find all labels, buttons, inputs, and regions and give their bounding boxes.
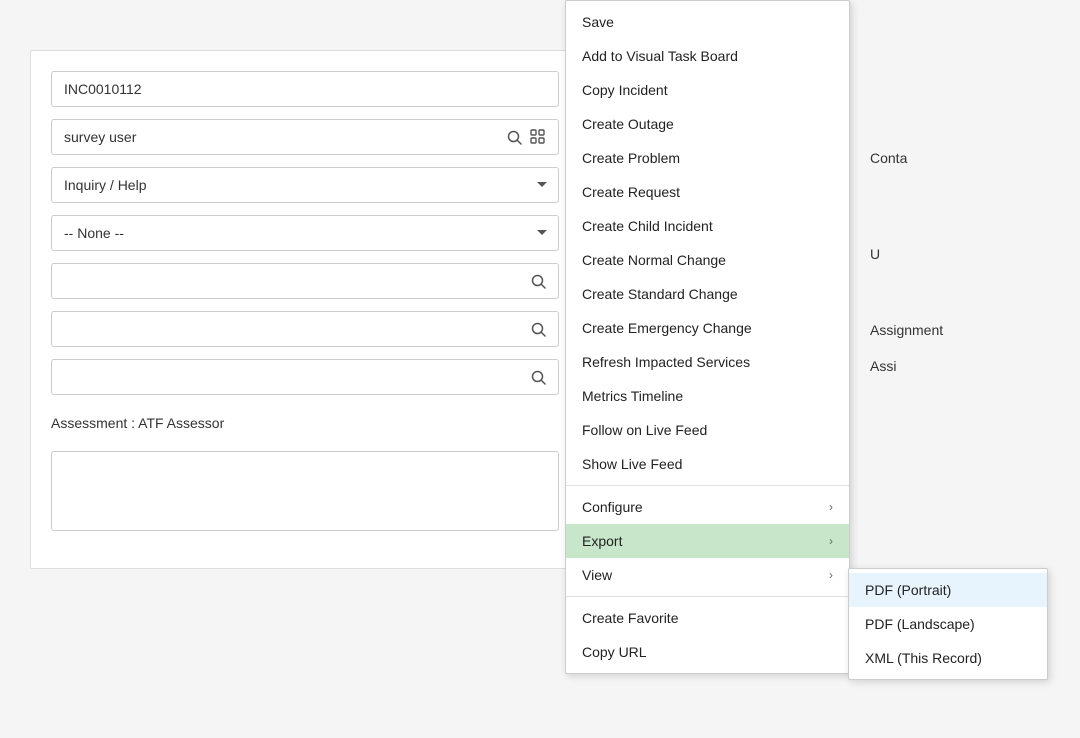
submenu-item-pdf-landscape[interactable]: PDF (Landscape) xyxy=(849,607,1047,641)
category-select[interactable]: Inquiry / Help Software Hardware Network xyxy=(51,167,559,203)
context-menu: Save Add to Visual Task Board Copy Inciden… xyxy=(565,0,850,674)
contact-label: Conta xyxy=(870,150,1070,166)
incident-number-row xyxy=(51,71,559,107)
field1-search-icon[interactable] xyxy=(527,270,550,293)
menu-item-label-create-favorite: Create Favorite xyxy=(582,610,678,626)
submenu-item-pdf-portrait[interactable]: PDF (Portrait) xyxy=(849,573,1047,607)
menu-divider-14 xyxy=(566,485,849,486)
description-textarea[interactable] xyxy=(51,451,559,531)
menu-item-label-configure: Configure xyxy=(582,499,643,515)
menu-item-create-normal-change[interactable]: Create Normal Change xyxy=(566,243,849,277)
menu-item-follow-live-feed[interactable]: Follow on Live Feed xyxy=(566,413,849,447)
menu-item-create-outage[interactable]: Create Outage xyxy=(566,107,849,141)
menu-item-configure[interactable]: Configure › xyxy=(566,490,849,524)
field2-wrapper xyxy=(51,311,559,347)
menu-item-create-child-incident[interactable]: Create Child Incident xyxy=(566,209,849,243)
menu-item-create-standard-change[interactable]: Create Standard Change xyxy=(566,277,849,311)
export-submenu: PDF (Portrait)PDF (Landscape)XML (This R… xyxy=(848,568,1048,680)
menu-item-label-create-normal-change: Create Normal Change xyxy=(582,252,726,268)
menu-item-label-show-live-feed: Show Live Feed xyxy=(582,456,682,472)
field1-input[interactable] xyxy=(64,273,527,289)
menu-item-create-favorite[interactable]: Create Favorite xyxy=(566,601,849,635)
menu-item-view[interactable]: View › xyxy=(566,558,849,592)
menu-item-label-view: View xyxy=(582,567,612,583)
menu-item-copy-incident[interactable]: Copy Incident xyxy=(566,73,849,107)
field2-search-icon[interactable] xyxy=(527,318,550,341)
field3-input[interactable] xyxy=(64,369,527,385)
menu-item-label-create-emergency-change: Create Emergency Change xyxy=(582,320,752,336)
textarea-row xyxy=(51,451,559,536)
urgency-label: U xyxy=(870,246,1070,262)
menu-item-create-emergency-change[interactable]: Create Emergency Change xyxy=(566,311,849,345)
menu-item-add-visual-task[interactable]: Add to Visual Task Board xyxy=(566,39,849,73)
menu-item-label-create-standard-change: Create Standard Change xyxy=(582,286,738,302)
menu-item-label-copy-url: Copy URL xyxy=(582,644,647,660)
field2-row xyxy=(51,311,559,347)
menu-item-label-create-request: Create Request xyxy=(582,184,680,200)
menu-item-create-problem[interactable]: Create Problem xyxy=(566,141,849,175)
menu-item-label-export: Export xyxy=(582,533,622,549)
menu-item-label-follow-live-feed: Follow on Live Feed xyxy=(582,422,707,438)
incident-number-input[interactable] xyxy=(51,71,559,107)
menu-item-save[interactable]: Save xyxy=(566,5,849,39)
field3-search-icon[interactable] xyxy=(527,366,550,389)
caller-search-icon[interactable] xyxy=(503,126,526,149)
subcategory-select[interactable]: -- None -- xyxy=(51,215,559,251)
caller-row xyxy=(51,119,559,155)
menu-item-label-copy-incident: Copy Incident xyxy=(582,82,668,98)
menu-item-copy-url[interactable]: Copy URL xyxy=(566,635,849,669)
assessment-label: Assessment : ATF Assessor xyxy=(51,407,559,439)
form-area: Inquiry / Help Software Hardware Network… xyxy=(30,50,580,569)
menu-item-create-request[interactable]: Create Request xyxy=(566,175,849,209)
field2-input[interactable] xyxy=(64,321,527,337)
menu-item-label-refresh-impacted: Refresh Impacted Services xyxy=(582,354,750,370)
menu-item-label-create-child-incident: Create Child Incident xyxy=(582,218,713,234)
assignment-label: Assignment xyxy=(870,322,1070,338)
assign2-label: Assi xyxy=(870,358,1070,374)
caller-field-wrapper xyxy=(51,119,559,155)
subcategory-row: -- None -- xyxy=(51,215,559,251)
menu-item-label-save: Save xyxy=(582,14,614,30)
category-row: Inquiry / Help Software Hardware Network xyxy=(51,167,559,203)
chevron-icon-configure: › xyxy=(829,500,833,514)
submenu-item-xml-record[interactable]: XML (This Record) xyxy=(849,641,1047,675)
field3-row xyxy=(51,359,559,395)
field3-wrapper xyxy=(51,359,559,395)
menu-item-label-create-outage: Create Outage xyxy=(582,116,674,132)
caller-grid-icon[interactable] xyxy=(526,125,550,149)
assessment-row: Assessment : ATF Assessor xyxy=(51,407,559,439)
menu-item-label-metrics-timeline: Metrics Timeline xyxy=(582,388,683,404)
caller-input[interactable] xyxy=(64,129,503,145)
menu-item-label-create-problem: Create Problem xyxy=(582,150,680,166)
menu-item-label-add-visual-task: Add to Visual Task Board xyxy=(582,48,738,64)
menu-item-export[interactable]: Export › xyxy=(566,524,849,558)
menu-item-refresh-impacted[interactable]: Refresh Impacted Services xyxy=(566,345,849,379)
menu-item-show-live-feed[interactable]: Show Live Feed xyxy=(566,447,849,481)
chevron-icon-view: › xyxy=(829,568,833,582)
field1-row xyxy=(51,263,559,299)
menu-divider-bottom xyxy=(566,596,849,597)
chevron-icon-export: › xyxy=(829,534,833,548)
menu-item-metrics-timeline[interactable]: Metrics Timeline xyxy=(566,379,849,413)
field1-wrapper xyxy=(51,263,559,299)
right-content: Conta U Assignment Assi xyxy=(860,140,1080,404)
